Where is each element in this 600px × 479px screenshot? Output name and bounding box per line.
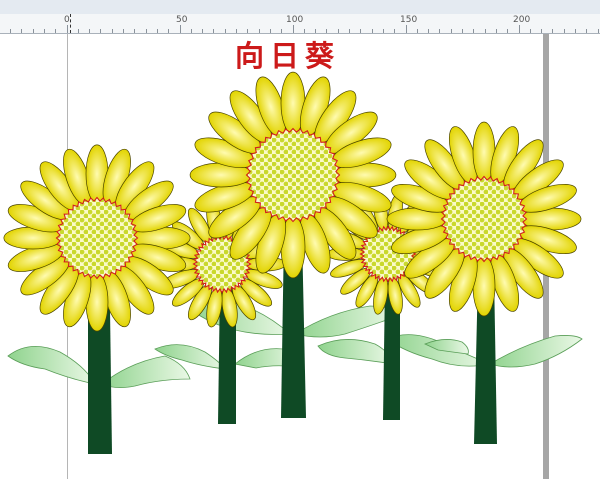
flower-center [245,127,341,223]
document-title[interactable]: 向日葵 [0,33,575,75]
flower-icon [3,144,191,332]
ruler-label-100: 100 [286,15,304,25]
ruler-tick [66,25,68,33]
ruler-tick [586,29,588,33]
ruler-label-200: 200 [513,15,531,25]
ruler-label-0: 0 [64,15,70,25]
horizontal-ruler[interactable]: 0 50 100 150 200 [0,14,600,34]
flower-icon [386,121,582,317]
ruler-tick [575,29,576,33]
leaf-icon [7,346,96,385]
ruler-tick [179,25,181,33]
leaf-icon [317,339,394,365]
window-top-strip [0,0,600,15]
ruler-label-50: 50 [176,15,188,25]
ruler-position-marker[interactable] [70,14,71,33]
ruler-tick [292,25,294,33]
ruler-tick [405,25,407,33]
leaf-icon [489,335,583,368]
ruler-tick [597,29,599,33]
ruler-tick [518,25,520,33]
leaf-icon [101,355,191,388]
flower-center [440,175,528,263]
ruler-label-150: 150 [400,15,418,25]
flower-center [55,196,139,280]
sunflower-artwork[interactable] [0,34,600,479]
